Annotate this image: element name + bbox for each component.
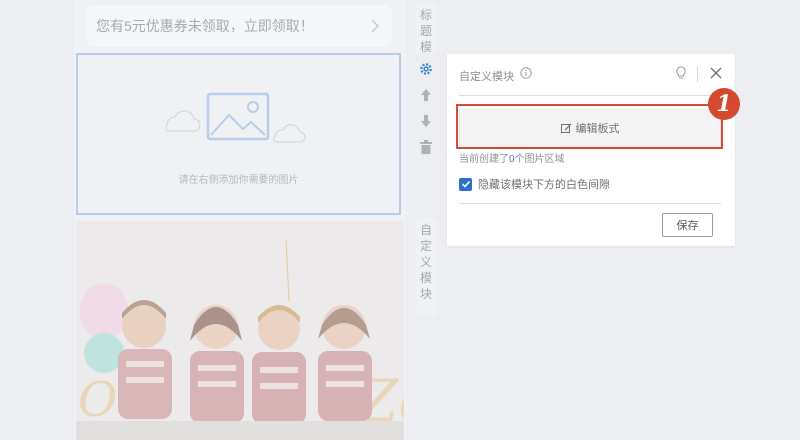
save-button[interactable]: 保存	[662, 213, 713, 237]
info-icon[interactable]	[520, 67, 532, 79]
area-count-text: 当前创建了0个图片区域	[459, 150, 565, 165]
arrow-up-icon	[421, 89, 431, 101]
delete-tool[interactable]	[415, 134, 437, 160]
count-suffix: 个图片区域	[514, 154, 565, 165]
banner-photo: Oct Zc	[76, 221, 404, 440]
hide-gap-option[interactable]: 隐藏该模块下方的白色间隙	[459, 176, 610, 192]
image-placeholder-icon	[165, 92, 306, 143]
panel-title: 自定义模块	[459, 71, 514, 83]
header-separator	[459, 95, 721, 96]
chevron-right-icon	[371, 19, 379, 33]
arrow-down-icon	[421, 115, 431, 127]
tab-title-module[interactable]: 标题模	[415, 2, 437, 54]
move-up-tool[interactable]	[415, 82, 437, 108]
tab-title-label: 标题模	[419, 8, 432, 54]
count-prefix: 当前创建了	[459, 154, 509, 165]
settings-tool[interactable]	[415, 56, 437, 82]
edit-button-highlight	[456, 104, 723, 149]
close-icon[interactable]	[710, 67, 722, 79]
image-module[interactable]: 请在右侧添加你需要的图片	[76, 53, 401, 215]
children-photo-illustration: Oct Zc	[76, 221, 404, 440]
hide-gap-checkbox[interactable]	[459, 177, 472, 191]
lightbulb-icon[interactable]	[675, 66, 687, 80]
coupon-text: 您有5元优惠券未领取，立即领取！	[96, 18, 314, 34]
header-divider	[697, 66, 698, 82]
hide-gap-label: 隐藏该模块下方的白色间隙	[478, 179, 610, 191]
tab-custom-label: 自定义模块	[419, 223, 432, 301]
trash-icon	[420, 140, 432, 154]
image-hint: 请在右侧添加你需要的图片	[178, 175, 299, 186]
module-toolbar	[415, 56, 437, 160]
coupon-banner[interactable]: 您有5元优惠券未领取，立即领取！	[86, 5, 392, 47]
footer-separator	[459, 203, 721, 204]
check-icon	[461, 180, 470, 188]
tab-custom-module[interactable]: 自定义模块	[415, 218, 437, 316]
settings-panel: 自定义模块 编辑板式 当前创建了0个图片区域 隐藏该模块下方的白色间隙 保存	[447, 54, 735, 246]
step-badge: 1	[708, 88, 740, 120]
gear-icon	[420, 63, 432, 75]
move-down-tool[interactable]	[415, 108, 437, 134]
